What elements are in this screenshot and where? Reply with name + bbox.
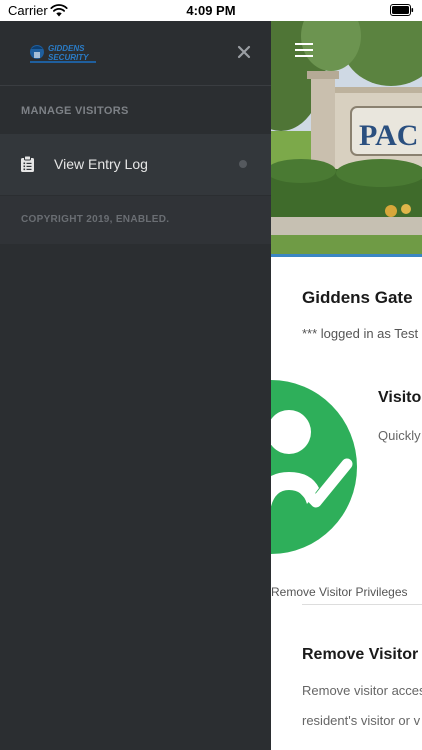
remove-visitor-privileges-link[interactable]: Remove Visitor Privileges xyxy=(271,585,408,599)
remove-visitor-text-line2: resident's visitor or v xyxy=(302,713,421,728)
page-title: Giddens Gate xyxy=(302,288,413,307)
main-page: PAC Giddens Gate *** logged in as Test V… xyxy=(271,21,422,750)
giddens-security-logo: GIDDENS SECURITY xyxy=(30,44,96,63)
hamburger-menu-icon[interactable] xyxy=(295,43,313,59)
logo-text-bottom: SECURITY xyxy=(48,53,89,62)
close-icon[interactable] xyxy=(234,42,254,62)
user-check-icon[interactable] xyxy=(271,380,357,554)
status-bar: Carrier 4:09 PM xyxy=(0,0,422,21)
visitor-card-title: Visito xyxy=(378,389,422,406)
app-screen: Carrier 4:09 PM PAC Giddens Gate *** log… xyxy=(0,0,422,750)
copyright-band: COPYRIGHT 2019, ENABLED. xyxy=(0,196,271,244)
hero-sign-text: PAC xyxy=(359,119,418,152)
visitor-card-text: Quickly xyxy=(378,428,421,443)
clock: 4:09 PM xyxy=(186,3,236,18)
logo-text-top: GIDDENS xyxy=(48,44,85,53)
hero-image: PAC xyxy=(271,21,422,257)
sidebar-item-label: View Entry Log xyxy=(54,156,148,172)
side-drawer: GIDDENS SECURITY MANAGE VISITORS View En… xyxy=(0,21,271,750)
drawer-header: GIDDENS SECURITY xyxy=(0,21,271,86)
copyright-text: COPYRIGHT 2019, ENABLED. xyxy=(21,214,170,225)
logged-in-status: *** logged in as Test xyxy=(302,326,419,341)
sidebar-item-view-entry-log[interactable]: View Entry Log xyxy=(0,134,271,195)
divider xyxy=(302,604,422,605)
battery-icon xyxy=(390,4,414,16)
clipboard-list-icon xyxy=(21,156,34,172)
item-indicator-dot xyxy=(239,160,247,168)
remove-visitor-text-line1: Remove visitor acces xyxy=(302,683,422,698)
hero-accent-bar xyxy=(271,254,422,257)
section-label-manage-visitors: MANAGE VISITORS xyxy=(21,105,129,117)
remove-visitor-title: Remove Visitor xyxy=(302,646,419,663)
